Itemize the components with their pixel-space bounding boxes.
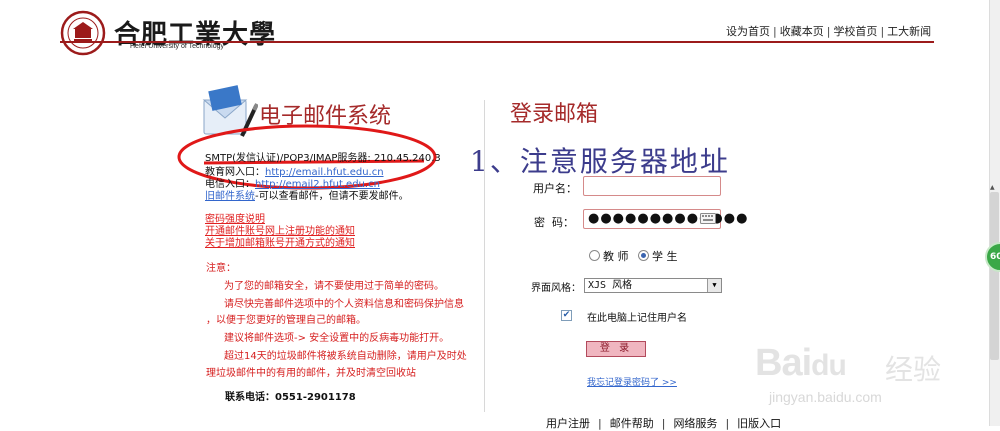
news-link[interactable]: 工大新闻 (887, 25, 931, 38)
keyboard-icon[interactable] (700, 213, 716, 224)
user-register-link[interactable]: 用户注册 (546, 417, 590, 430)
note-line: 超过14天的垃圾邮件将被系统自动删除，请用户及时处 (224, 351, 467, 362)
bookmark-link[interactable]: 收藏本页 (780, 25, 824, 38)
watermark-cn: 经验 (885, 353, 942, 386)
school-home-link[interactable]: 学校首页 (833, 25, 877, 38)
teacher-radio[interactable] (589, 250, 600, 261)
note-title: 注意： (206, 263, 236, 274)
old-system-link[interactable]: 旧邮件系统 (205, 191, 255, 202)
style-select-value: XJS 风格 (588, 280, 633, 291)
watermark-url: jingyan.baidu.com (769, 389, 882, 405)
teacher-label: 教 师 (603, 250, 629, 263)
network-service-link[interactable]: 网络服务 (673, 417, 717, 430)
username-input[interactable] (583, 176, 721, 196)
university-seal-icon (60, 10, 106, 56)
account-method-notice-link[interactable]: 关于增加邮箱账号开通方式的通知 (205, 234, 355, 249)
baidu-watermark: Baidu 经验 jingyan.baidu.com (755, 342, 955, 412)
watermark-logo: Baidu (755, 342, 847, 384)
login-button[interactable]: 登 录 (586, 341, 646, 357)
top-links: 设为首页 | 收藏本页 | 学校首页 | 工大新闻 (726, 25, 932, 38)
interface-style-select[interactable]: XJS 风格 ▼ (584, 278, 722, 293)
mail-help-link[interactable]: 邮件帮助 (610, 417, 654, 430)
note-line: 建议将邮件选项-> 安全设置中的反病毒功能打开。 (224, 333, 450, 344)
username-label: 用户名： (533, 182, 577, 195)
student-radio[interactable] (638, 250, 649, 261)
scroll-up-arrow-icon[interactable]: ▲ (990, 184, 995, 191)
header-divider (60, 41, 934, 43)
old-version-link[interactable]: 旧版入口 (737, 417, 781, 430)
note-line: 理垃圾邮件中的有用的邮件，并及时清空回收站 (206, 368, 416, 379)
old-system-note: -可以查看邮件，但请不要发邮件。 (255, 191, 409, 202)
style-label: 界面风格： (531, 283, 581, 294)
annotation-text: 1、注意服务器地址 (470, 145, 730, 178)
note-line: ，以便于您更好的管理自己的邮箱。 (206, 315, 366, 326)
password-label: 密 码： (534, 216, 574, 229)
set-homepage-link[interactable]: 设为首页 (726, 25, 770, 38)
smtp-server-info: SMTP(发信认证)/POP3/IMAP服务器: 210.45.240.3 (205, 153, 441, 164)
university-name-english: Hefei University of Technology (130, 43, 225, 50)
contact-phone: 联系电话：0551-2901178 (225, 392, 356, 403)
forgot-password-link[interactable]: 我忘记登录密码了 >> (587, 375, 677, 388)
bottom-links: 用户注册 | 邮件帮助 | 网络服务 | 旧版入口 (546, 417, 782, 430)
note-line: 为了您的邮箱安全，请不要使用过于简单的密码。 (224, 281, 444, 292)
dropdown-arrow-icon[interactable]: ▼ (707, 279, 721, 292)
note-line: 请尽快完善邮件选项中的个人资料信息和密码保护信息 (224, 299, 464, 310)
login-title: 登录邮箱 (510, 102, 599, 127)
student-label: 学 生 (652, 250, 678, 263)
side-float-badge[interactable]: 60 (985, 242, 1000, 272)
remember-username-label: 在此电脑上记住用户名 (587, 313, 687, 324)
remember-username-checkbox[interactable]: ✔ (561, 310, 572, 321)
scrollbar-thumb[interactable] (990, 192, 999, 360)
old-system-entry: 旧邮件系统-可以查看邮件，但请不要发邮件。 (205, 187, 409, 202)
role-selector: 教 师 学 生 (589, 248, 678, 264)
